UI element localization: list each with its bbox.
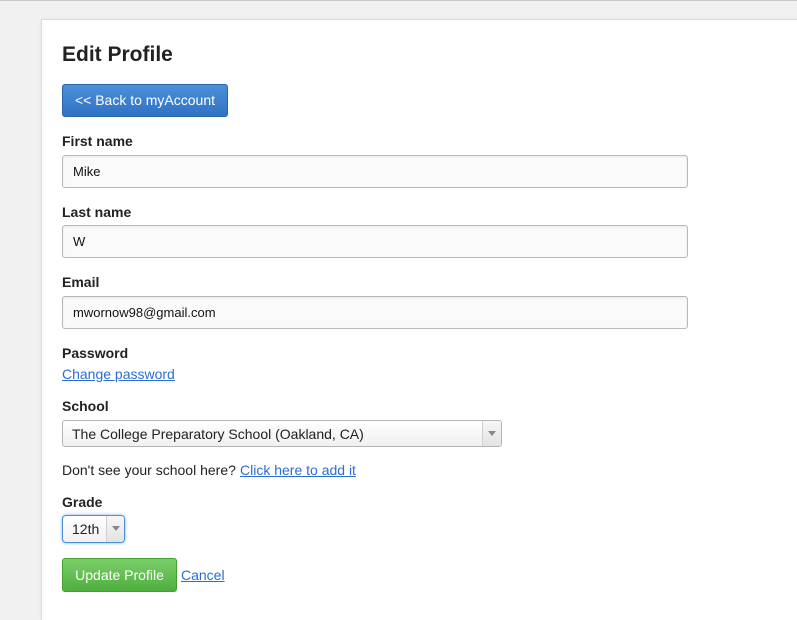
grade-dropdown-toggle[interactable] xyxy=(106,516,124,542)
update-profile-button[interactable]: Update Profile xyxy=(62,558,177,592)
add-school-link[interactable]: Click here to add it xyxy=(240,462,356,478)
page-title: Edit Profile xyxy=(62,43,173,66)
last-name-field[interactable] xyxy=(62,225,688,258)
last-name-label: Last name xyxy=(62,204,132,220)
school-select[interactable]: The College Preparatory School (Oakland,… xyxy=(62,420,502,447)
email-field[interactable] xyxy=(62,296,688,329)
school-label: School xyxy=(62,398,109,414)
school-selected-value: The College Preparatory School (Oakland,… xyxy=(72,426,364,442)
grade-selected-value: 12th xyxy=(72,521,100,537)
email-label: Email xyxy=(62,274,100,290)
first-name-label: First name xyxy=(62,133,133,149)
first-name-field[interactable] xyxy=(62,155,688,188)
cancel-link[interactable]: Cancel xyxy=(181,567,225,583)
window-top-border xyxy=(0,0,797,1)
chevron-down-icon xyxy=(112,526,120,531)
chevron-down-icon xyxy=(488,431,496,436)
back-to-myaccount-button[interactable]: << Back to myAccount xyxy=(62,84,228,117)
school-dropdown-toggle[interactable] xyxy=(482,421,501,446)
grade-select[interactable]: 12th xyxy=(62,515,125,543)
change-password-link[interactable]: Change password xyxy=(62,366,175,382)
grade-label: Grade xyxy=(62,494,103,510)
password-label: Password xyxy=(62,345,129,361)
missing-school-text: Don't see your school here? xyxy=(62,462,236,478)
